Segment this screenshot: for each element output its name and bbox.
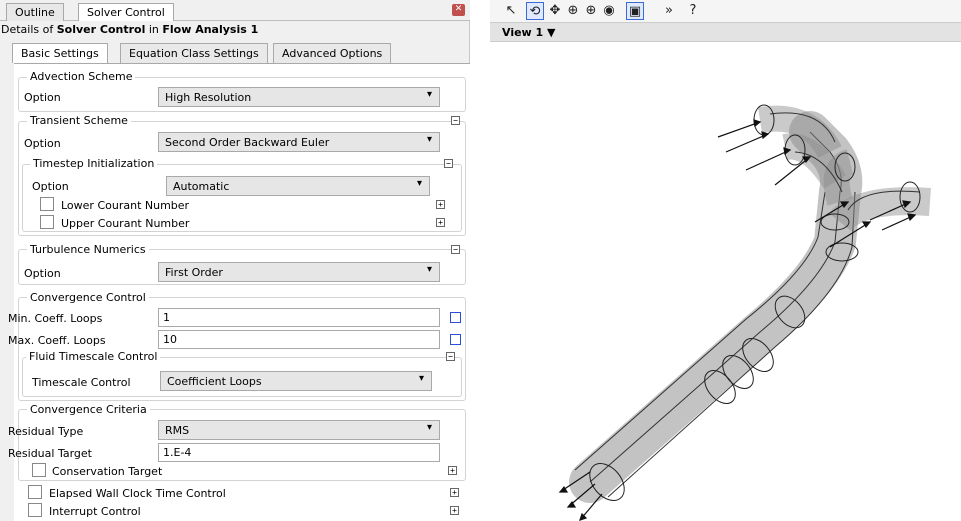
convergence-control-title: Convergence Control — [27, 291, 149, 304]
conservation-target-label: Conservation Target — [52, 465, 163, 478]
advection-option-select[interactable]: High Resolution ▾ — [158, 87, 440, 107]
transient-scheme-title: Transient Scheme — [27, 114, 131, 127]
zoom-icon[interactable]: ⊕ — [564, 2, 582, 20]
details-panel: Outline Solver Control ✕ Details of Solv… — [0, 0, 470, 521]
turbulence-numerics-title: Turbulence Numerics — [27, 243, 149, 256]
turbulence-option-label: Option — [24, 267, 61, 280]
viewer-toolbar: ↖ ⟲ ✥ ⊕ ⊕ ◉ ▣ » ? — [490, 0, 961, 22]
tab-outline[interactable]: Outline — [6, 3, 64, 21]
chevron-down-icon: ▾ — [416, 178, 422, 189]
transient-option-select[interactable]: Second Order Backward Euler ▾ — [158, 132, 440, 152]
details-in: in — [145, 23, 163, 36]
collapse-icon[interactable]: − — [451, 116, 460, 125]
elapsed-time-checkbox[interactable] — [28, 485, 42, 499]
details-prefix: Details of — [1, 23, 57, 36]
help-icon[interactable]: ? — [684, 2, 702, 20]
view-label: View 1 ▼ — [502, 26, 556, 39]
advection-option-label: Option — [24, 91, 61, 104]
residual-target-field[interactable]: 1.E-4 — [158, 443, 440, 462]
close-icon[interactable]: ✕ — [452, 4, 465, 16]
expand-icon[interactable]: + — [450, 488, 459, 497]
view-selector[interactable]: View 1 ▼ — [490, 22, 961, 42]
chevron-down-icon: ▾ — [426, 89, 432, 100]
upper-courant-label: Upper Courant Number — [61, 217, 190, 230]
chevron-down-icon: ▾ — [418, 373, 424, 384]
pan-icon[interactable]: ✥ — [546, 2, 564, 20]
lower-courant-label: Lower Courant Number — [61, 199, 190, 212]
top-tab-bar: Outline Solver Control ✕ — [0, 0, 470, 21]
turbulence-option-select[interactable]: First Order ▾ — [158, 262, 440, 282]
interrupt-control-label: Interrupt Control — [49, 505, 141, 518]
chevron-down-icon: ▾ — [426, 422, 432, 433]
collapse-icon[interactable]: − — [444, 159, 453, 168]
manifold-geometry — [558, 104, 931, 521]
fluid-timescale-title: Fluid Timescale Control — [26, 350, 161, 363]
details-title: Details of Solver Control in Flow Analys… — [1, 23, 461, 37]
min-coeff-label: Min. Coeff. Loops — [8, 312, 103, 325]
expand-icon[interactable]: + — [450, 506, 459, 515]
rotate-icon[interactable]: ⟲ — [526, 2, 544, 20]
advection-scheme-title: Advection Scheme — [27, 70, 136, 83]
timestep-init-title: Timestep Initialization — [30, 157, 158, 170]
transient-option-value: Second Order Backward Euler — [165, 136, 330, 149]
more-icon[interactable]: » — [660, 2, 678, 20]
max-coeff-checkbox[interactable] — [450, 334, 461, 345]
expand-icon[interactable]: + — [436, 200, 445, 209]
residual-type-value: RMS — [165, 424, 190, 437]
upper-courant-checkbox[interactable] — [40, 215, 54, 229]
collapse-icon[interactable]: − — [446, 352, 455, 361]
timescale-control-label: Timescale Control — [32, 376, 131, 389]
elapsed-time-label: Elapsed Wall Clock Time Control — [49, 487, 226, 500]
timestep-option-value: Automatic — [173, 180, 230, 193]
timescale-control-value: Coefficient Loops — [167, 375, 262, 388]
3d-viewport[interactable] — [490, 42, 961, 521]
max-coeff-label: Max. Coeff. Loops — [8, 334, 106, 347]
residual-target-label: Residual Target — [8, 447, 92, 460]
max-coeff-field[interactable]: 10 — [158, 330, 440, 349]
expand-icon[interactable]: + — [448, 466, 457, 475]
highlight-icon[interactable]: ▣ — [626, 2, 644, 20]
select-icon[interactable]: ↖ — [502, 2, 520, 20]
timescale-control-select[interactable]: Coefficient Loops ▾ — [160, 371, 432, 391]
collapse-icon[interactable]: − — [451, 245, 460, 254]
tab-basic-settings[interactable]: Basic Settings — [12, 43, 108, 63]
conservation-target-checkbox[interactable] — [32, 463, 46, 477]
convergence-criteria-title: Convergence Criteria — [27, 403, 150, 416]
interrupt-control-checkbox[interactable] — [28, 503, 42, 517]
tab-equation-class-settings[interactable]: Equation Class Settings — [120, 43, 268, 63]
tab-advanced-options[interactable]: Advanced Options — [273, 43, 392, 63]
zoom-fit-icon[interactable]: ◉ — [600, 2, 618, 20]
advection-option-value: High Resolution — [165, 91, 252, 104]
transient-option-label: Option — [24, 137, 61, 150]
timestep-option-label: Option — [32, 180, 69, 193]
tab-solver-control[interactable]: Solver Control — [78, 3, 174, 21]
details-object: Solver Control — [56, 23, 146, 36]
timestep-option-select[interactable]: Automatic ▾ — [166, 176, 430, 196]
residual-type-label: Residual Type — [8, 425, 84, 438]
zoom-box-icon[interactable]: ⊕ — [582, 2, 600, 20]
min-coeff-field[interactable]: 1 — [158, 308, 440, 327]
lower-courant-checkbox[interactable] — [40, 197, 54, 211]
turbulence-option-value: First Order — [165, 266, 223, 279]
min-coeff-checkbox[interactable] — [450, 312, 461, 323]
basic-settings-content: Advection Scheme Option High Resolution … — [8, 63, 470, 521]
details-analysis: Flow Analysis 1 — [162, 23, 259, 36]
expand-icon[interactable]: + — [436, 218, 445, 227]
residual-type-select[interactable]: RMS ▾ — [158, 420, 440, 440]
chevron-down-icon: ▾ — [426, 264, 432, 275]
viewer-panel: ↖ ⟲ ✥ ⊕ ⊕ ◉ ▣ » ? View 1 ▼ — [490, 0, 961, 521]
chevron-down-icon: ▾ — [426, 134, 432, 145]
